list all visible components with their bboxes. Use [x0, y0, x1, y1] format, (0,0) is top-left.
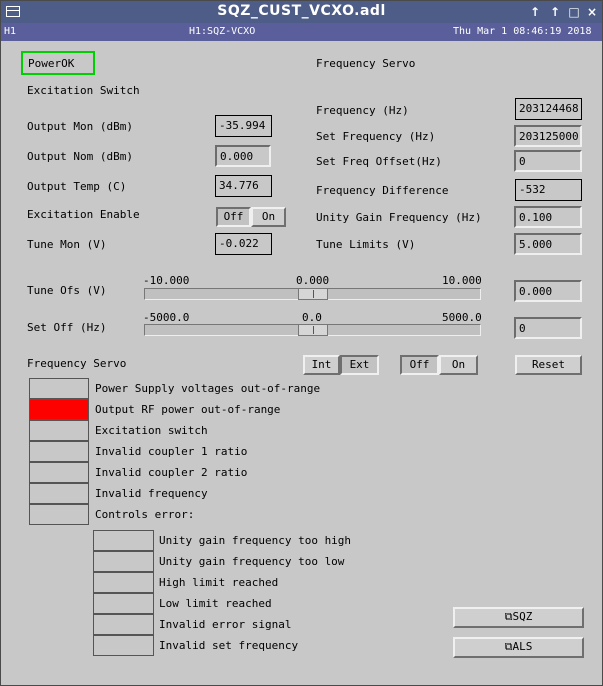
excitation-enable-label: Excitation Enable: [27, 208, 140, 221]
info-bar: H1 H1:SQZ-VCXO Thu Mar 1 08:46:19 2018: [1, 23, 602, 41]
sub-status-label: Low limit reached: [159, 597, 272, 610]
excitation-switch-label: Excitation Switch: [27, 84, 140, 97]
frequency-difference-readback: -532: [515, 179, 582, 201]
status-label: Excitation switch: [95, 424, 208, 437]
set-off-slider[interactable]: [144, 324, 481, 336]
tune-ofs-slider[interactable]: [144, 288, 481, 300]
status-indicator: [29, 420, 89, 441]
set-off-label: Set Off (Hz): [27, 321, 107, 334]
status-indicator: [29, 378, 89, 399]
set-off-mid: 0.0: [302, 311, 322, 324]
status-label: Power Supply voltages out-of-range: [95, 382, 321, 395]
status-indicator: [29, 441, 89, 462]
frequency-readback: 203124468: [515, 98, 582, 120]
set-freq-offset-input[interactable]: 0: [514, 150, 582, 172]
status-indicator: [29, 462, 89, 483]
output-temp-readback: 34.776: [215, 175, 272, 197]
tune-mon-readback: -0.022: [215, 233, 272, 255]
sub-status-indicator: [93, 593, 154, 614]
sub-status-label: Unity gain frequency too low: [159, 555, 345, 568]
tune-mon-label: Tune Mon (V): [27, 238, 107, 251]
title-bar: SQZ_CUST_VCXO.adl ↑ ↑ □ ×: [1, 1, 602, 23]
output-temp-label: Output Temp (C): [27, 180, 127, 193]
power-ok-indicator: PowerOK: [21, 51, 95, 75]
tune-ofs-mid: 0.000: [296, 274, 330, 287]
set-frequency-input[interactable]: 203125000: [514, 125, 582, 147]
maximize-up-icon[interactable]: ↑: [547, 4, 563, 20]
als-related-button[interactable]: ⧉ALS: [453, 637, 584, 658]
set-off-input[interactable]: 0: [514, 317, 582, 339]
sub-status-indicator: [93, 530, 154, 551]
servo-off-button[interactable]: Off: [400, 355, 439, 375]
sub-status-indicator: [93, 635, 154, 656]
close-icon[interactable]: ×: [584, 4, 600, 20]
output-nom-label: Output Nom (dBm): [27, 150, 133, 163]
ugf-input[interactable]: 0.100: [514, 206, 582, 228]
datetime-label: Thu Mar 1 08:46:19 2018: [453, 26, 592, 37]
frequency-difference-label: Frequency Difference: [316, 184, 449, 197]
set-frequency-label: Set Frequency (Hz): [316, 130, 436, 143]
medm-window: SQZ_CUST_VCXO.adl ↑ ↑ □ × H1 H1:SQZ-VCXO…: [0, 0, 603, 686]
tune-limits-label: Tune Limits (V): [316, 238, 416, 251]
excitation-on-button[interactable]: On: [251, 207, 286, 227]
frequency-label: Frequency (Hz): [316, 104, 409, 117]
output-mon-readback: -35.994: [215, 115, 272, 137]
status-indicator: [29, 399, 89, 420]
servo-enable-toggle: Off On: [400, 355, 478, 375]
sub-status-indicator: [93, 572, 154, 593]
window-title: SQZ_CUST_VCXO.adl: [217, 3, 386, 19]
tune-ofs-max: 10.000: [442, 274, 482, 287]
servo-source-toggle: Int Ext: [303, 355, 379, 375]
ifo-label: H1: [4, 26, 17, 37]
sub-status-indicator: [93, 614, 154, 635]
output-mon-label: Output Mon (dBm): [27, 120, 133, 133]
status-indicator: [29, 483, 89, 504]
status-label: Invalid coupler 1 ratio: [95, 445, 248, 458]
sub-status-label: High limit reached: [159, 576, 279, 589]
sub-status-indicator: [93, 551, 154, 572]
servo-label: Frequency Servo: [27, 357, 127, 370]
set-off-min: -5000.0: [143, 311, 190, 324]
tune-ofs-label: Tune Ofs (V): [27, 284, 107, 297]
status-label: Invalid frequency: [95, 487, 208, 500]
reset-button[interactable]: Reset: [515, 355, 582, 375]
set-freq-offset-label: Set Freq Offset(Hz): [316, 155, 442, 168]
status-label: Invalid coupler 2 ratio: [95, 466, 248, 479]
tune-ofs-slider-thumb[interactable]: [298, 288, 328, 300]
excitation-off-button[interactable]: Off: [216, 207, 251, 227]
sub-status-label: Invalid set frequency: [159, 639, 299, 652]
output-nom-input[interactable]: 0.000: [215, 145, 271, 167]
status-label: Output RF power out-of-range: [95, 403, 281, 416]
raise-icon[interactable]: ↑: [527, 4, 543, 20]
servo-on-button[interactable]: On: [439, 355, 478, 375]
set-off-max: 5000.0: [442, 311, 482, 324]
status-label: Controls error:: [95, 508, 195, 521]
sub-status-label: Invalid error signal: [159, 618, 292, 631]
tune-ofs-min: -10.000: [143, 274, 190, 287]
restore-icon[interactable]: □: [566, 4, 582, 20]
sqz-related-button[interactable]: ⧉SQZ: [453, 607, 584, 628]
status-indicator: [29, 504, 89, 525]
sqz-related-label: SQZ: [512, 610, 533, 623]
servo-int-button[interactable]: Int: [303, 355, 340, 375]
tune-ofs-input[interactable]: 0.000: [514, 280, 582, 302]
sub-status-label: Unity gain frequency too high: [159, 534, 352, 547]
tune-limits-input[interactable]: 5.000: [514, 233, 582, 255]
als-related-label: ALS: [512, 640, 533, 653]
set-off-slider-thumb[interactable]: [298, 324, 328, 336]
servo-ext-button[interactable]: Ext: [340, 355, 379, 375]
ugf-label: Unity Gain Frequency (Hz): [316, 211, 482, 224]
excitation-enable-toggle: Off On: [216, 207, 286, 227]
channel-label: H1:SQZ-VCXO: [189, 26, 256, 37]
frequency-servo-header: Frequency Servo: [316, 57, 416, 70]
